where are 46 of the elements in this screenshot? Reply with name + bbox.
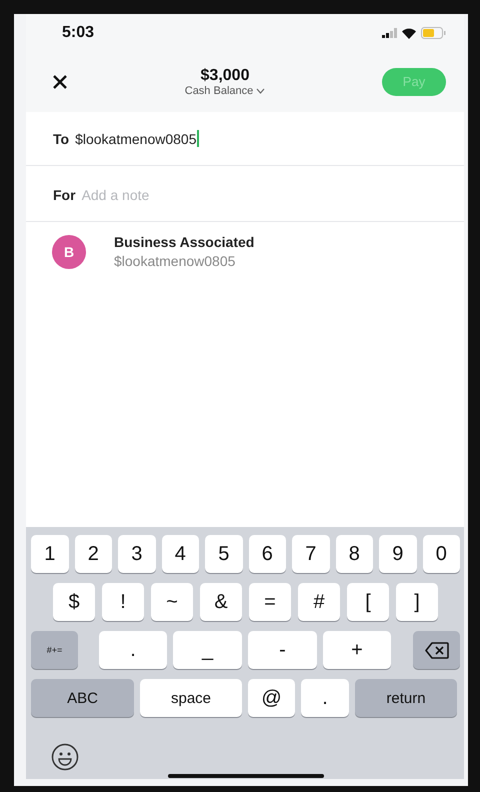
contact-avatar: B [52,234,86,268]
key[interactable]: _ [173,631,242,669]
key[interactable]: 8 [336,535,373,573]
key[interactable]: = [249,583,291,621]
key[interactable]: 6 [248,535,286,573]
key[interactable]: 4 [162,535,199,573]
contact-handle: $lookatmenow0805 [114,253,236,269]
key[interactable]: 9 [379,535,416,573]
to-label: To [53,130,70,146]
key[interactable]: @ [248,679,295,717]
key[interactable]: + [323,631,391,669]
key[interactable]: - [248,631,317,669]
space-key[interactable]: space [140,679,242,717]
status-time: 5:03 [62,24,94,42]
wifi-icon [402,28,416,38]
battery-icon [421,27,446,39]
signal-icon [382,28,397,38]
mode-key[interactable]: ABC [31,679,134,717]
chevron-down-icon[interactable] [256,88,266,94]
key[interactable]: # [298,583,340,621]
key[interactable]: 1 [31,535,68,573]
close-icon[interactable] [52,74,68,90]
balance-label: Cash Balance [184,85,254,97]
key[interactable]: 0 [422,535,460,573]
key[interactable]: [ [347,583,389,621]
return-key[interactable]: return [355,679,457,717]
contact-name[interactable]: Business Associated [114,234,254,250]
key[interactable]: $ [53,583,95,621]
key[interactable]: 3 [118,535,156,573]
key[interactable]: ~ [151,583,193,621]
key[interactable]: 7 [292,535,330,573]
balance-amount: $3,000 [200,67,250,85]
mode-key[interactable]: #+= [31,631,78,669]
for-label: For [53,186,76,202]
text-cursor [196,130,198,147]
backspace-icon [424,642,448,658]
key[interactable]: 5 [205,535,242,573]
emoji-icon[interactable] [51,743,79,771]
key[interactable]: ! [102,583,144,621]
key[interactable]: . [301,679,349,717]
recipient-input[interactable]: $lookatmenow0805 [75,130,198,147]
key[interactable]: & [200,583,242,621]
key[interactable]: . [99,631,167,669]
key[interactable]: 2 [74,535,112,573]
delete-key[interactable] [413,631,460,669]
key[interactable]: ] [396,583,438,621]
